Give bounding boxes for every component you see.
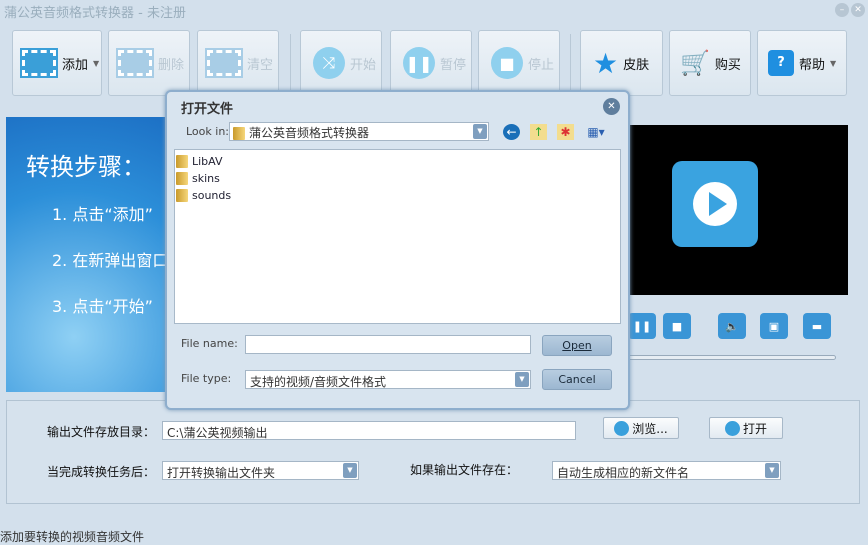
- window-title: 蒲公英音频格式转换器 - 未注册: [4, 6, 186, 21]
- film-reel-icon: [724, 420, 740, 436]
- list-item[interactable]: sounds: [176, 187, 619, 204]
- file-name: skins: [192, 172, 220, 185]
- clear-film-icon: [205, 48, 243, 78]
- back-icon[interactable]: ←: [503, 124, 520, 140]
- toolbar-divider: [290, 34, 291, 92]
- open-file-dialog: 打开文件 ✕ Look in: 蒲公英音频格式转换器 ▼ ← ↑ ✱ ▦▾ Lib…: [165, 90, 630, 410]
- chevron-down-icon: ▼: [765, 463, 779, 478]
- browse-button[interactable]: 浏览...: [603, 417, 679, 439]
- chevron-down-icon: ▼: [343, 463, 357, 478]
- folder-icon: [176, 155, 188, 168]
- after-task-select[interactable]: 打开转换输出文件夹 ▼: [162, 461, 359, 480]
- video-preview[interactable]: [620, 125, 848, 295]
- add-film-icon: [20, 48, 58, 78]
- pause-label: 暂停: [440, 57, 467, 73]
- step-1: 1. 点击“添加”: [52, 205, 153, 224]
- stop-label: 停止: [528, 57, 555, 73]
- clear-button[interactable]: 清空: [197, 30, 279, 96]
- buy-label: 购买: [714, 57, 741, 73]
- add-button[interactable]: 添加 ▼: [12, 30, 102, 96]
- list-item[interactable]: skins: [176, 170, 619, 187]
- open-folder-button[interactable]: 打开: [709, 417, 783, 439]
- file-type-select[interactable]: 支持的视频/音频文件格式 ▼: [245, 370, 531, 389]
- dropdown-arrow-icon: ▼: [93, 58, 100, 68]
- steps-title: 转换步骤：: [26, 153, 146, 181]
- pause-playback-icon[interactable]: ❚❚: [628, 313, 656, 339]
- view-menu-icon[interactable]: ▦▾: [583, 124, 609, 140]
- pause-button[interactable]: ❚❚ 暂停: [390, 30, 472, 96]
- up-folder-icon[interactable]: ↑: [530, 124, 547, 140]
- status-bar: 添加要转换的视频音频文件: [0, 530, 145, 544]
- new-folder-icon[interactable]: ✱: [557, 124, 574, 140]
- skin-label: 皮肤: [623, 57, 650, 73]
- step-3: 3. 点击“开始”: [52, 297, 153, 316]
- help-icon: ?: [768, 50, 794, 76]
- file-name: LibAV: [192, 155, 223, 168]
- file-type-label: File type:: [181, 372, 232, 385]
- look-in-value: 蒲公英音频格式转换器: [249, 126, 370, 140]
- file-name-input[interactable]: [245, 335, 531, 354]
- star-icon: ★: [593, 46, 619, 80]
- output-dir-input[interactable]: C:\蒲公英视频输出: [162, 421, 576, 440]
- stop-icon: ■: [491, 47, 523, 79]
- buy-button[interactable]: 🛒 购买: [669, 30, 751, 96]
- minimize-button[interactable]: –: [835, 3, 849, 17]
- dropdown-arrow-icon: ▼: [830, 58, 837, 68]
- add-label: 添加: [62, 57, 89, 73]
- file-exists-select[interactable]: 自动生成相应的新文件名 ▼: [552, 461, 781, 480]
- dialog-title: 打开文件: [181, 102, 234, 117]
- file-exists-label: 如果输出文件存在：: [410, 463, 519, 477]
- pause-icon: ❚❚: [403, 47, 435, 79]
- help-label: 帮助: [799, 57, 826, 73]
- chevron-down-icon: ▼: [473, 124, 487, 139]
- file-name-label: File name:: [181, 337, 238, 350]
- folder-icon[interactable]: ▬: [803, 313, 831, 339]
- start-button[interactable]: ⤨ 开始: [300, 30, 382, 96]
- after-task-value: 打开转换输出文件夹: [167, 466, 276, 480]
- stop-button[interactable]: ■ 停止: [478, 30, 560, 96]
- dialog-close-icon[interactable]: ✕: [603, 98, 620, 115]
- browse-label: 浏览...: [632, 421, 668, 436]
- skin-button[interactable]: ★ 皮肤: [580, 30, 663, 96]
- file-name: sounds: [192, 189, 232, 202]
- delete-film-icon: [116, 48, 154, 78]
- folder-icon: [233, 127, 245, 140]
- step-2: 2. 在新弹出窗口: [52, 251, 169, 270]
- help-button[interactable]: ? 帮助 ▼: [757, 30, 847, 96]
- start-label: 开始: [350, 57, 377, 73]
- look-in-label: Look in:: [186, 125, 229, 138]
- output-settings-panel: 输出文件存放目录： C:\蒲公英视频输出 浏览... 打开 当完成转换任务后： …: [6, 400, 860, 504]
- close-button[interactable]: ✕: [851, 3, 865, 17]
- output-dir-label: 输出文件存放目录：: [47, 425, 156, 439]
- look-in-select[interactable]: 蒲公英音频格式转换器 ▼: [229, 122, 489, 141]
- open-label: 打开: [742, 421, 767, 436]
- open-button[interactable]: Open: [542, 335, 612, 356]
- list-item[interactable]: LibAV: [176, 153, 619, 170]
- folder-icon: [176, 172, 188, 185]
- stop-playback-icon[interactable]: ■: [663, 313, 691, 339]
- after-task-label: 当完成转换任务后：: [47, 465, 156, 479]
- play-icon[interactable]: [672, 161, 758, 247]
- file-type-value: 支持的视频/音频文件格式: [250, 375, 387, 389]
- clear-label: 清空: [247, 57, 274, 73]
- camera-icon[interactable]: ▣: [760, 313, 788, 339]
- volume-icon[interactable]: 🔈: [718, 313, 746, 339]
- file-exists-value: 自动生成相应的新文件名: [557, 466, 690, 480]
- playback-progress[interactable]: [620, 355, 836, 360]
- steps-panel: 转换步骤： 1. 点击“添加” 2. 在新弹出窗口 3. 点击“开始”: [6, 117, 176, 392]
- delete-button[interactable]: 删除: [108, 30, 190, 96]
- cancel-button[interactable]: Cancel: [542, 369, 612, 390]
- file-list[interactable]: LibAV skins sounds: [174, 149, 621, 324]
- browse-icon: [614, 420, 630, 436]
- delete-label: 删除: [158, 57, 185, 73]
- toolbar-divider: [570, 34, 571, 92]
- shuffle-icon: ⤨: [313, 47, 345, 79]
- chevron-down-icon: ▼: [515, 372, 529, 387]
- cart-icon: 🛒: [680, 49, 710, 77]
- folder-icon: [176, 189, 188, 202]
